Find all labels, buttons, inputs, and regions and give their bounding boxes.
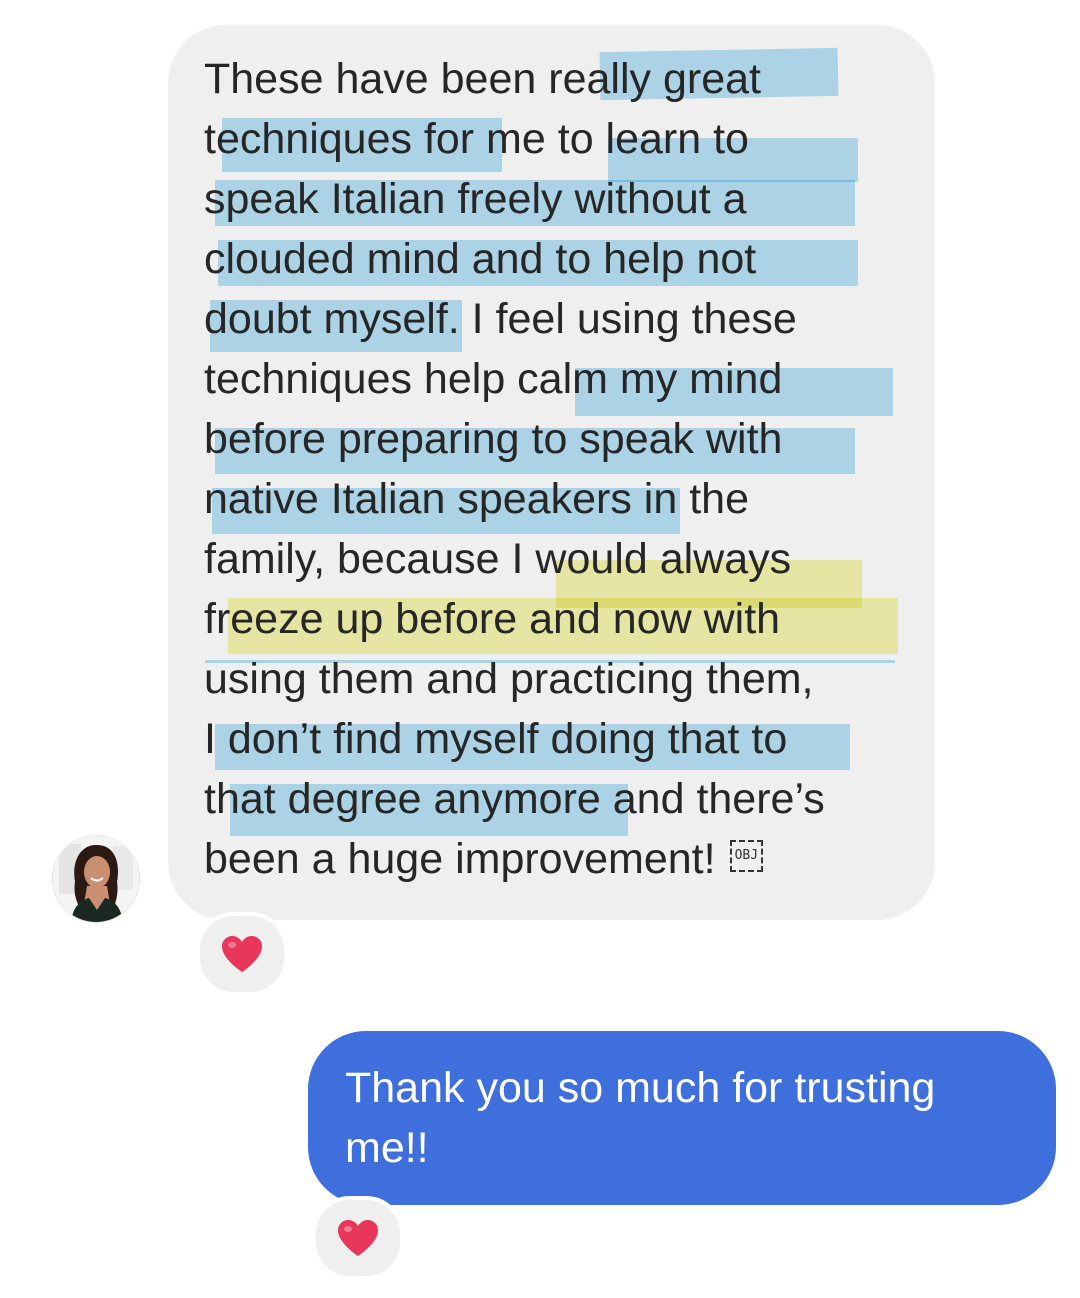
message-line: doubt myself. I feel using these: [204, 295, 797, 343]
message-line: that degree anymore and there’s: [204, 775, 825, 823]
message-reaction[interactable]: [196, 912, 288, 996]
message-line: These have been really great: [204, 55, 761, 103]
message-line: I don’t find myself doing that to: [204, 715, 788, 763]
message-line-last: been a huge improvement! OBJ: [204, 829, 924, 889]
message-line: native Italian speakers in the: [204, 475, 749, 523]
message-line: before preparing to speak with: [204, 415, 783, 463]
outgoing-message-text: Thank you so much for trusting me!!: [345, 1058, 1035, 1178]
message-line: freeze up before and now with: [204, 595, 781, 643]
heart-icon: [222, 936, 262, 972]
message-thread: These have been really great techniques …: [0, 0, 1080, 1298]
message-line: techniques for me to learn to: [204, 115, 749, 163]
heart-icon: [338, 1220, 378, 1256]
message-line: clouded mind and to help not: [204, 235, 757, 283]
message-line: techniques help calm my mind: [204, 355, 783, 403]
message-line: been a huge improvement!: [204, 835, 716, 883]
message-line: family, because I would always: [204, 535, 792, 583]
message-line: using them and practicing them,: [204, 655, 814, 703]
avatar-photo-icon: [53, 836, 139, 922]
avatar[interactable]: [53, 836, 139, 922]
message-line: me!!: [345, 1124, 429, 1172]
incoming-message-text: These have been really great techniques …: [204, 49, 924, 889]
message-reaction[interactable]: [312, 1196, 404, 1280]
message-line: Thank you so much for trusting: [345, 1064, 936, 1112]
object-placeholder: OBJ: [729, 839, 764, 872]
message-line: speak Italian freely without a: [204, 175, 747, 223]
